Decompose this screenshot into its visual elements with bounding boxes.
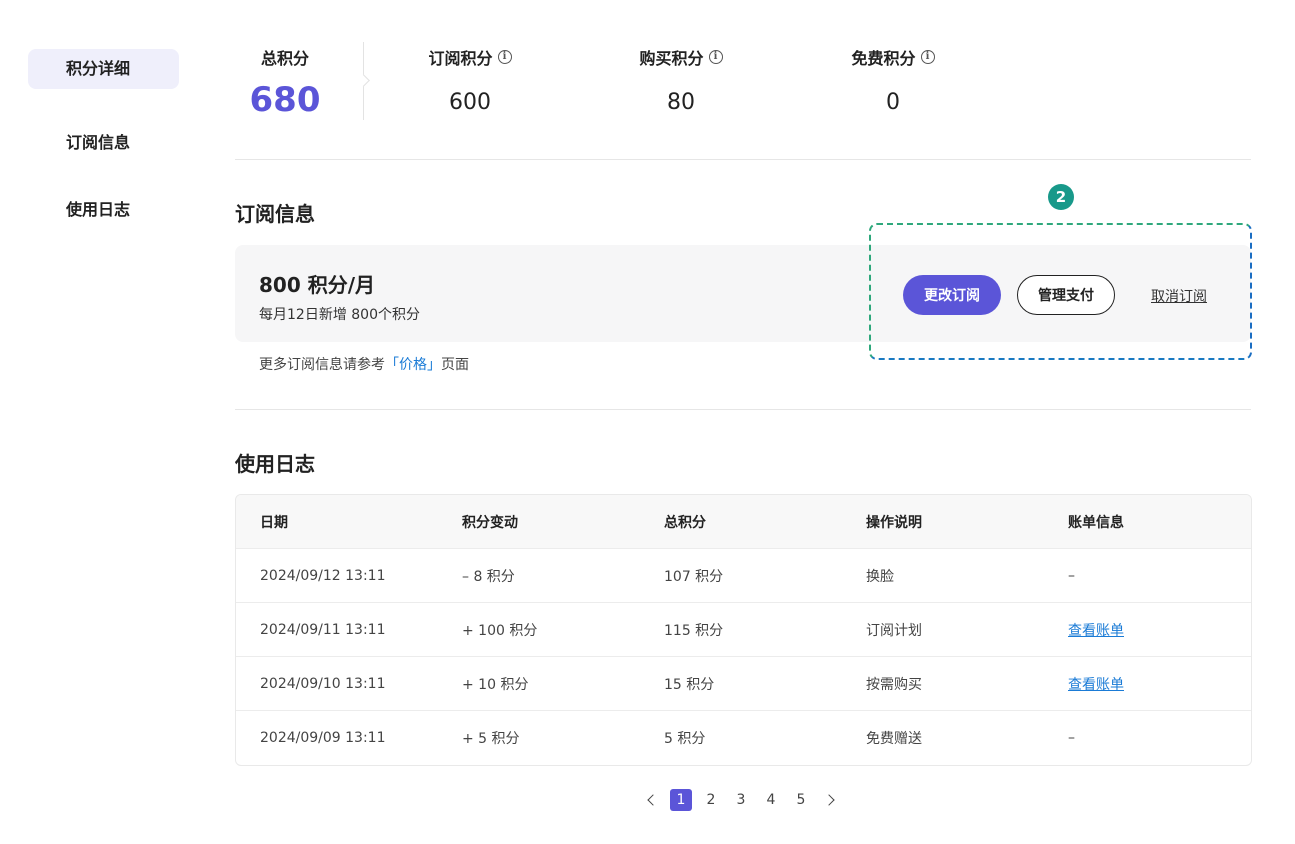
page-button-5[interactable]: 5 (790, 789, 812, 811)
plan-name: 800 积分/月 (259, 273, 376, 297)
column-header-change: 积分变动 (462, 514, 518, 531)
more-info-text: 更多订阅信息请参考「价格」页面 (259, 354, 469, 374)
subscription-points-value: 600 (449, 90, 491, 115)
column-header-date: 日期 (260, 514, 288, 531)
subscription-section-title: 订阅信息 (235, 202, 315, 226)
usage-log-title: 使用日志 (235, 452, 315, 476)
pricing-link[interactable]: 「价格」 (385, 357, 441, 373)
info-icon[interactable]: i (497, 50, 512, 64)
prev-page-button[interactable] (640, 789, 662, 811)
purchase-points-stat: 购买积分 i 80 (621, 40, 741, 115)
info-icon[interactable]: i (920, 50, 935, 64)
free-points-stat: 免费积分 i 0 (833, 40, 953, 115)
table-row: 2024/09/09 13:11 + 5 积分 5 积分 免费赠送 – (236, 711, 1251, 765)
next-page-button[interactable] (820, 789, 842, 811)
subscription-points-label: 订阅积分 (428, 49, 493, 68)
section-divider (235, 409, 1251, 410)
page-button-3[interactable]: 3 (730, 789, 752, 811)
page-button-2[interactable]: 2 (700, 789, 722, 811)
total-points-value: 680 (249, 80, 321, 120)
more-info-prefix: 更多订阅信息请参考 (259, 357, 385, 373)
row-date: 2024/09/11 13:11 (260, 621, 386, 638)
column-header-bill: 账单信息 (1068, 514, 1124, 531)
row-bill: – (1068, 567, 1075, 584)
row-bill: – (1068, 730, 1075, 746)
row-description: 订阅计划 (866, 622, 922, 639)
row-description: 换脸 (866, 568, 894, 585)
row-date: 2024/09/09 13:11 (260, 730, 386, 746)
plan-description: 每月12日新增 800个积分 (259, 307, 420, 323)
row-change: + 5 积分 (462, 731, 520, 747)
free-points-label: 免费积分 (851, 49, 916, 68)
free-points-value: 0 (886, 90, 900, 115)
more-info-suffix: 页面 (441, 357, 469, 373)
info-icon[interactable]: i (708, 50, 723, 64)
points-summary: 总积分 680 订阅积分 i 600 购买积分 i 80 免费积分 i 0 (235, 40, 1251, 160)
table-row: 2024/09/11 13:11 + 100 积分 115 积分 订阅计划 查看… (236, 603, 1251, 657)
row-total: 115 积分 (664, 622, 724, 639)
table-row: 2024/09/10 13:11 + 10 积分 15 积分 按需购买 查看账单 (236, 657, 1251, 711)
row-change: + 10 积分 (462, 676, 529, 693)
table-header: 日期 积分变动 总积分 操作说明 账单信息 (236, 495, 1251, 549)
column-header-total: 总积分 (664, 514, 706, 531)
pagination: 1 2 3 4 5 (640, 789, 850, 811)
purchase-points-label: 购买积分 (639, 49, 704, 68)
chevron-left-icon (647, 794, 659, 806)
sidebar-item-subscription-info[interactable]: 订阅信息 (28, 123, 179, 163)
row-date: 2024/09/12 13:11 (260, 567, 386, 584)
row-total: 15 积分 (664, 676, 715, 693)
table-row: 2024/09/12 13:11 – 8 积分 107 积分 换脸 – (236, 549, 1251, 603)
sidebar-item-usage-log[interactable]: 使用日志 (28, 190, 179, 230)
chevron-right-icon (823, 794, 835, 806)
total-points-label: 总积分 (260, 49, 309, 68)
total-points-stat: 总积分 680 (235, 40, 335, 120)
row-total: 107 积分 (664, 568, 724, 585)
step-badge: 2 (1048, 184, 1074, 210)
usage-log-table: 日期 积分变动 总积分 操作说明 账单信息 2024/09/12 13:11 –… (235, 494, 1252, 766)
sidebar: 积分详细 订阅信息 使用日志 (28, 49, 179, 219)
row-total: 5 积分 (664, 731, 706, 747)
summary-divider-arrow-icon (357, 74, 370, 87)
row-description: 免费赠送 (866, 731, 922, 747)
sidebar-item-points-detail[interactable]: 积分详细 (28, 49, 179, 89)
view-bill-link[interactable]: 查看账单 (1068, 620, 1124, 640)
page-button-4[interactable]: 4 (760, 789, 782, 811)
page-button-1[interactable]: 1 (670, 789, 692, 811)
row-date: 2024/09/10 13:11 (260, 675, 386, 692)
subscription-points-stat: 订阅积分 i 600 (410, 40, 530, 115)
row-description: 按需购买 (866, 676, 922, 693)
row-change: – 8 积分 (462, 568, 515, 585)
view-bill-link[interactable]: 查看账单 (1068, 674, 1124, 694)
purchase-points-value: 80 (667, 90, 695, 115)
column-header-description: 操作说明 (866, 514, 922, 531)
action-highlight-box (869, 223, 1252, 360)
row-change: + 100 积分 (462, 622, 538, 639)
